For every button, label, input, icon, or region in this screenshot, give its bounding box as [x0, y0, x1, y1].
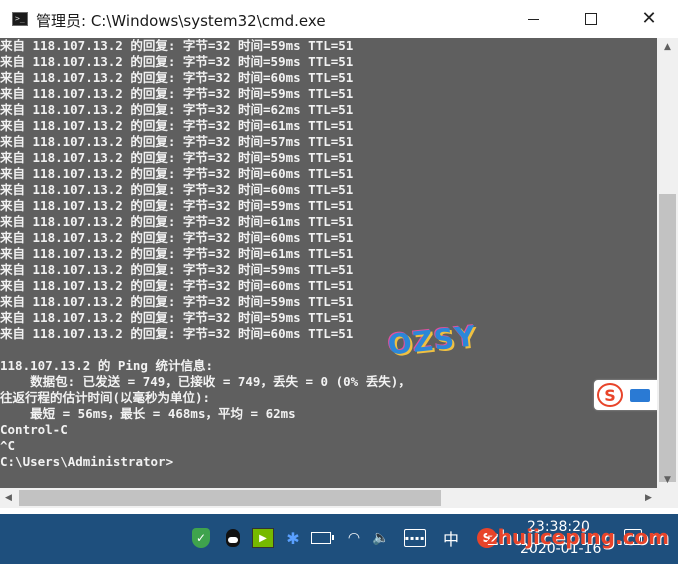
nvidia-icon: ▶: [252, 528, 274, 548]
volume-icon[interactable]: 🔈: [370, 527, 392, 549]
minimize-icon: [527, 18, 539, 20]
window-title: 管理员: C:\Windows\system32\cmd.exe: [36, 12, 326, 30]
sogou-logo-icon[interactable]: S: [597, 383, 623, 407]
ime-mode-indicator[interactable]: 中: [440, 527, 462, 549]
horizontal-scrollbar[interactable]: ◀ ▶: [0, 488, 657, 508]
ozsy-watermark-text: OZSY: [386, 318, 478, 362]
console-line: 来自 118.107.13.2 的回复: 字节=32 时间=60ms TTL=5…: [0, 278, 354, 293]
console-line: 来自 118.107.13.2 的回复: 字节=32 时间=59ms TTL=5…: [0, 86, 354, 101]
console-line: 来自 118.107.13.2 的回复: 字节=32 时间=60ms TTL=5…: [0, 182, 354, 197]
scrollbar-corner: [657, 488, 678, 508]
scroll-down-arrow-icon[interactable]: ▼: [657, 471, 678, 488]
command-prompt[interactable]: C:\Users\Administrator>: [0, 454, 657, 470]
shield-icon: ✓: [192, 528, 210, 548]
nvidia-tray[interactable]: ▶: [252, 527, 274, 549]
vertical-scroll-thumb[interactable]: [659, 194, 676, 482]
console-line: 来自 118.107.13.2 的回复: 字节=32 时间=59ms TTL=5…: [0, 150, 354, 165]
console-line: 来自 118.107.13.2 的回复: 字节=32 时间=57ms TTL=5…: [0, 134, 354, 149]
close-button[interactable]: ✕: [620, 0, 678, 38]
keyboard-icon: ▪▪▪▪: [403, 529, 427, 547]
console-line: 来自 118.107.13.2 的回复: 字节=32 时间=61ms TTL=5…: [0, 214, 354, 229]
console-line: 来自 118.107.13.2 的回复: 字节=32 时间=59ms TTL=5…: [0, 54, 354, 69]
control-c-line: Control-C: [0, 422, 68, 437]
caret-c-line: ^C: [0, 438, 16, 453]
rtt-values: 最短 = 56ms，最长 = 468ms，平均 = 62ms: [0, 406, 296, 421]
console-line: 来自 118.107.13.2 的回复: 字节=32 时间=59ms TTL=5…: [0, 310, 354, 325]
site-watermark: zhujiceping.com: [486, 525, 670, 549]
maximize-icon: [585, 13, 597, 25]
scroll-up-arrow-icon[interactable]: ▲: [657, 38, 678, 55]
scroll-left-arrow-icon[interactable]: ◀: [0, 488, 17, 508]
horizontal-scroll-thumb[interactable]: [19, 490, 441, 506]
console-line: 来自 118.107.13.2 的回复: 字节=32 时间=61ms TTL=5…: [0, 246, 354, 261]
console-output[interactable]: 来自 118.107.13.2 的回复: 字节=32 时间=59ms TTL=5…: [0, 38, 657, 488]
console-line: 来自 118.107.13.2 的回复: 字节=32 时间=59ms TTL=5…: [0, 262, 354, 277]
console-line: 来自 118.107.13.2 的回复: 字节=32 时间=60ms TTL=5…: [0, 230, 354, 245]
ping-packets-summary: 数据包: 已发送 = 749，已接收 = 749，丢失 = 0 (0% 丢失)，: [0, 374, 411, 389]
battery-icon: [311, 532, 334, 544]
close-icon: ✕: [641, 8, 657, 29]
rtt-header: 往返行程的估计时间(以毫秒为单位):: [0, 390, 211, 405]
title-bar[interactable]: >_ 管理员: C:\Windows\system32\cmd.exe ✕: [0, 0, 678, 38]
console-line: 来自 118.107.13.2 的回复: 字节=32 时间=59ms TTL=5…: [0, 38, 354, 53]
minimize-button[interactable]: [504, 0, 562, 38]
console-line: 来自 118.107.13.2 的回复: 字节=32 时间=61ms TTL=5…: [0, 118, 354, 133]
security-shield-tray[interactable]: ✓: [190, 527, 212, 549]
penguin-icon: [226, 529, 240, 547]
console-line: 来自 118.107.13.2 的回复: 字节=32 时间=60ms TTL=5…: [0, 70, 354, 85]
console-line: 来自 118.107.13.2 的回复: 字节=32 时间=60ms TTL=5…: [0, 326, 354, 341]
cmd-app-icon[interactable]: >_: [12, 12, 28, 26]
console-line: 来自 118.107.13.2 的回复: 字节=32 时间=62ms TTL=5…: [0, 102, 354, 117]
console-line: 来自 118.107.13.2 的回复: 字节=32 时间=59ms TTL=5…: [0, 198, 354, 213]
battery-tray[interactable]: [310, 527, 334, 549]
console-line: 来自 118.107.13.2 的回复: 字节=32 时间=59ms TTL=5…: [0, 294, 354, 309]
qq-tray[interactable]: [222, 527, 244, 549]
bluetooth-icon[interactable]: ✱: [282, 527, 304, 549]
maximize-button[interactable]: [562, 0, 620, 38]
console-line: 来自 118.107.13.2 的回复: 字节=32 时间=60ms TTL=5…: [0, 166, 354, 181]
touch-keyboard-tray[interactable]: ▪▪▪▪: [403, 527, 427, 549]
wifi-icon[interactable]: ◠: [343, 527, 365, 549]
ping-stats-header: 118.107.13.2 的 Ping 统计信息:: [0, 358, 214, 373]
scroll-right-arrow-icon[interactable]: ▶: [640, 488, 657, 508]
vertical-scrollbar[interactable]: ▲ ▼: [657, 38, 678, 488]
ime-keyboard-icon[interactable]: [630, 389, 650, 402]
